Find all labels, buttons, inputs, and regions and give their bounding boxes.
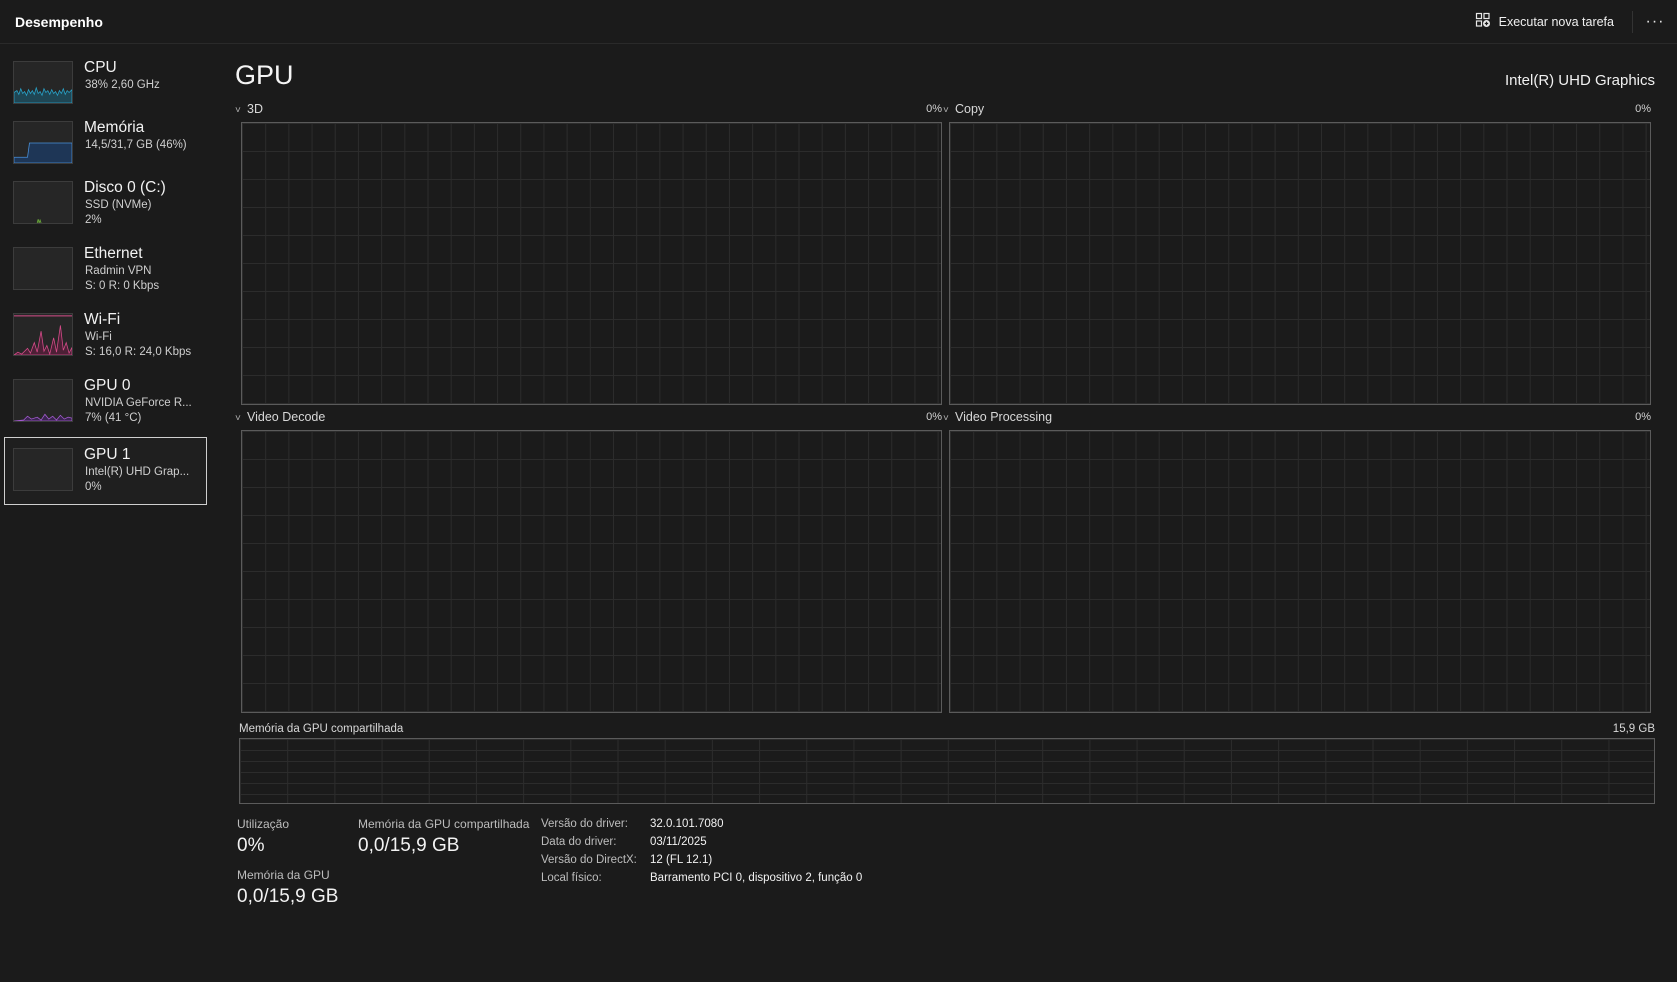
gpu-detail-panel: GPU Intel(R) UHD Graphics ˅ 3D 0% ˅ Copy 0… <box>235 44 1655 982</box>
sidebar-item-cpu[interactable]: CPU 38% 2,60 GHz <box>4 56 207 122</box>
sidebar-item-gpu-0[interactable]: GPU 0 NVIDIA GeForce R... 7% (41 °C) <box>4 374 207 440</box>
sidebar-item-ethernet[interactable]: Ethernet Radmin VPN S: 0 R: 0 Kbps <box>4 242 207 308</box>
gpu1-thumbnail-graph <box>13 448 73 491</box>
graph-engine-selector[interactable]: Copy <box>955 102 984 116</box>
info-value: 32.0.101.7080 <box>650 818 724 830</box>
page-title: GPU <box>235 60 294 90</box>
graph-video-decode: ˅ Video Decode 0% <box>235 410 942 713</box>
sidebar-item-detail: Wi-Fi <box>85 331 112 343</box>
graph-engine-selector[interactable]: Video Decode <box>247 410 325 424</box>
more-options-button[interactable]: ··· <box>1633 6 1677 38</box>
graph-area <box>241 122 942 405</box>
sidebar-item-name: GPU 1 <box>84 446 131 463</box>
graph-percent: 0% <box>1635 411 1651 423</box>
sidebar-item-name: Wi-Fi <box>84 311 121 328</box>
ethernet-thumbnail-graph <box>13 247 73 290</box>
sidebar-item-detail: 14,5/31,7 GB (46%) <box>85 139 187 151</box>
sidebar-item-detail-2: S: 0 R: 0 Kbps <box>85 280 160 292</box>
graph-area <box>949 430 1651 713</box>
new-task-icon <box>1475 12 1491 31</box>
run-new-task-label: Executar nova tarefa <box>1498 14 1614 29</box>
disk-thumbnail-graph <box>13 181 73 224</box>
sidebar-item-name: CPU <box>84 59 117 76</box>
graph-percent: 0% <box>1635 103 1651 115</box>
cpu-thumbnail-graph <box>13 61 73 104</box>
sidebar-item-name: Memória <box>84 119 145 136</box>
sidebar-item-detail: NVIDIA GeForce R... <box>85 397 192 409</box>
info-row: Versão do driver: 32.0.101.7080 <box>541 818 862 836</box>
info-key: Versão do driver: <box>541 818 628 830</box>
shared-memory-header: Memória da GPU compartilhada 15,9 GB <box>239 723 1655 735</box>
sidebar-item-detail: Intel(R) UHD Grap... <box>85 466 190 478</box>
sidebar-item-wifi[interactable]: Wi-Fi Wi-Fi S: 16,0 R: 24,0 Kbps <box>4 308 207 374</box>
shared-memory-graph <box>239 738 1655 804</box>
stat-label: Memória da GPU <box>237 868 330 882</box>
sidebar-item-name: GPU 0 <box>84 377 131 394</box>
sidebar-item-detail-2: S: 16,0 R: 24,0 Kbps <box>85 346 192 358</box>
app-title: Desempenho <box>15 13 103 30</box>
sidebar-item-detail: SSD (NVMe) <box>85 199 152 211</box>
utilization-stat: Utilização 0% <box>237 817 289 857</box>
stat-value: 0,0/15,9 GB <box>237 886 339 907</box>
stat-label: Memória da GPU compartilhada <box>358 817 530 831</box>
sidebar-item-disk[interactable]: Disco 0 (C:) SSD (NVMe) 2% <box>4 176 207 242</box>
info-key: Data do driver: <box>541 836 617 848</box>
sidebar-item-gpu-1[interactable]: GPU 1 Intel(R) UHD Grap... 0% <box>4 437 207 505</box>
shared-memory-stat: Memória da GPU compartilhada 0,0/15,9 GB <box>358 817 529 857</box>
info-row: Data do driver: 03/11/2025 <box>541 836 862 854</box>
sidebar-item-detail-2: 7% (41 °C) <box>85 412 142 424</box>
graph-engine-selector[interactable]: 3D <box>247 102 263 116</box>
info-key: Versão do DirectX: <box>541 854 637 866</box>
chevron-down-icon[interactable]: ˅ <box>943 413 955 424</box>
sidebar-item-detail: Radmin VPN <box>85 265 152 277</box>
info-row: Local físico: Barramento PCI 0, disposit… <box>541 872 862 890</box>
shared-memory-max: 15,9 GB <box>1612 723 1655 735</box>
shared-memory-label: Memória da GPU compartilhada <box>239 723 404 735</box>
title-bar: Desempenho Executar nova tarefa ··· <box>0 0 1677 44</box>
graph-area <box>241 430 942 713</box>
performance-sidebar: CPU 38% 2,60 GHz Memória 14,5/31,7 GB (4… <box>0 44 210 982</box>
graph-3d: ˅ 3D 0% <box>235 102 942 405</box>
wifi-thumbnail-graph <box>13 313 73 356</box>
info-key: Local físico: <box>541 872 602 884</box>
graph-area <box>949 122 1651 405</box>
chevron-down-icon[interactable]: ˅ <box>235 413 247 424</box>
graph-percent: 0% <box>926 103 942 115</box>
gpu0-thumbnail-graph <box>13 379 73 422</box>
stat-label: Utilização <box>237 817 290 831</box>
run-new-task-button[interactable]: Executar nova tarefa <box>1457 6 1632 38</box>
gpu-info-table: Versão do driver: 32.0.101.7080 Data do … <box>541 818 862 890</box>
gpu-memory-stat: Memória da GPU 0,0/15,9 GB <box>237 868 338 908</box>
graph-video-processing: ˅ Video Processing 0% <box>943 410 1651 713</box>
chevron-down-icon[interactable]: ˅ <box>943 105 955 116</box>
info-value: 03/11/2025 <box>650 836 707 848</box>
graph-copy: ˅ Copy 0% <box>943 102 1651 405</box>
graph-engine-selector[interactable]: Video Processing <box>955 410 1052 424</box>
sidebar-item-detail-2: 2% <box>85 214 102 226</box>
sidebar-item-memory[interactable]: Memória 14,5/31,7 GB (46%) <box>4 116 207 182</box>
info-value: 12 (FL 12.1) <box>650 854 713 866</box>
info-value: Barramento PCI 0, dispositivo 2, função … <box>650 872 863 884</box>
stat-value: 0,0/15,9 GB <box>358 835 460 856</box>
chevron-down-icon[interactable]: ˅ <box>235 105 247 116</box>
sidebar-item-detail-2: 0% <box>85 481 102 493</box>
graph-percent: 0% <box>926 411 942 423</box>
gpu-device-name: Intel(R) UHD Graphics <box>1504 72 1655 89</box>
stat-value: 0% <box>237 835 265 856</box>
sidebar-item-detail: 38% 2,60 GHz <box>85 79 160 91</box>
sidebar-item-name: Disco 0 (C:) <box>84 179 166 196</box>
top-actions: Executar nova tarefa ··· <box>1457 0 1677 43</box>
info-row: Versão do DirectX: 12 (FL 12.1) <box>541 854 862 872</box>
memory-thumbnail-graph <box>13 121 73 164</box>
sidebar-item-name: Ethernet <box>84 245 143 262</box>
